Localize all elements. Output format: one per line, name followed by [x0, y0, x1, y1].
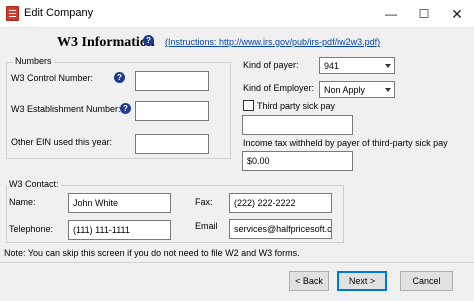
help-icon[interactable]: ?: [120, 103, 131, 114]
kind-of-employer-label: Kind of Employer:: [243, 83, 315, 93]
note-text: Note: You can skip this screen if you do…: [4, 248, 300, 258]
email-label: Email: [195, 221, 218, 231]
chevron-down-icon: [385, 88, 391, 92]
next-button[interactable]: Next >: [337, 271, 387, 291]
minimize-button[interactable]: —: [374, 0, 408, 28]
name-field[interactable]: John White: [68, 193, 171, 213]
page-title: W3 Information: [57, 35, 155, 50]
instructions-link[interactable]: (Instructions: http://www.irs.gov/pub/ir…: [165, 37, 380, 47]
help-icon[interactable]: ?: [114, 72, 125, 83]
third-party-checkbox[interactable]: [243, 100, 254, 111]
close-button[interactable]: ✕: [440, 0, 474, 28]
control-number-label: W3 Control Number:: [11, 73, 94, 83]
kind-of-employer-select[interactable]: Non Apply: [319, 81, 395, 98]
maximize-button[interactable]: ☐: [407, 0, 441, 28]
fax-label: Fax:: [195, 197, 213, 207]
third-party-field[interactable]: [242, 115, 353, 135]
divider: [0, 262, 474, 263]
other-ein-field[interactable]: [135, 134, 209, 154]
telephone-label: Telephone:: [9, 224, 54, 234]
fax-field[interactable]: (222) 222-2222: [229, 193, 332, 213]
name-label: Name:: [9, 197, 36, 207]
telephone-field[interactable]: (111) 111-1111: [68, 220, 171, 240]
email-field[interactable]: services@halfpricesoft.cc: [229, 219, 332, 239]
other-ein-label: Other EIN used this year:: [11, 137, 113, 147]
window-title: Edit Company: [24, 7, 94, 19]
chevron-down-icon: [385, 64, 391, 68]
app-icon: [6, 6, 19, 21]
numbers-legend: Numbers: [13, 56, 54, 66]
kind-of-payer-value: 941: [324, 61, 340, 71]
third-party-label: Third party sick pay: [257, 101, 336, 111]
kind-of-employer-value: Non Apply: [324, 85, 366, 95]
title-bar: Edit Company — ☐ ✕: [0, 0, 474, 28]
contact-legend: W3 Contact:: [7, 179, 61, 189]
help-icon[interactable]: ?: [143, 35, 154, 46]
kind-of-payer-select[interactable]: 941: [319, 57, 395, 74]
back-button[interactable]: < Back: [289, 271, 329, 291]
income-tax-label: Income tax withheld by payer of third-pa…: [243, 138, 448, 148]
control-number-field[interactable]: [135, 71, 209, 91]
income-tax-field[interactable]: $0.00: [242, 151, 353, 171]
cancel-button[interactable]: Cancel: [400, 271, 453, 291]
establishment-number-label: W3 Establishment Number:: [11, 104, 121, 114]
establishment-number-field[interactable]: [135, 101, 209, 121]
kind-of-payer-label: Kind of payer:: [243, 60, 299, 70]
